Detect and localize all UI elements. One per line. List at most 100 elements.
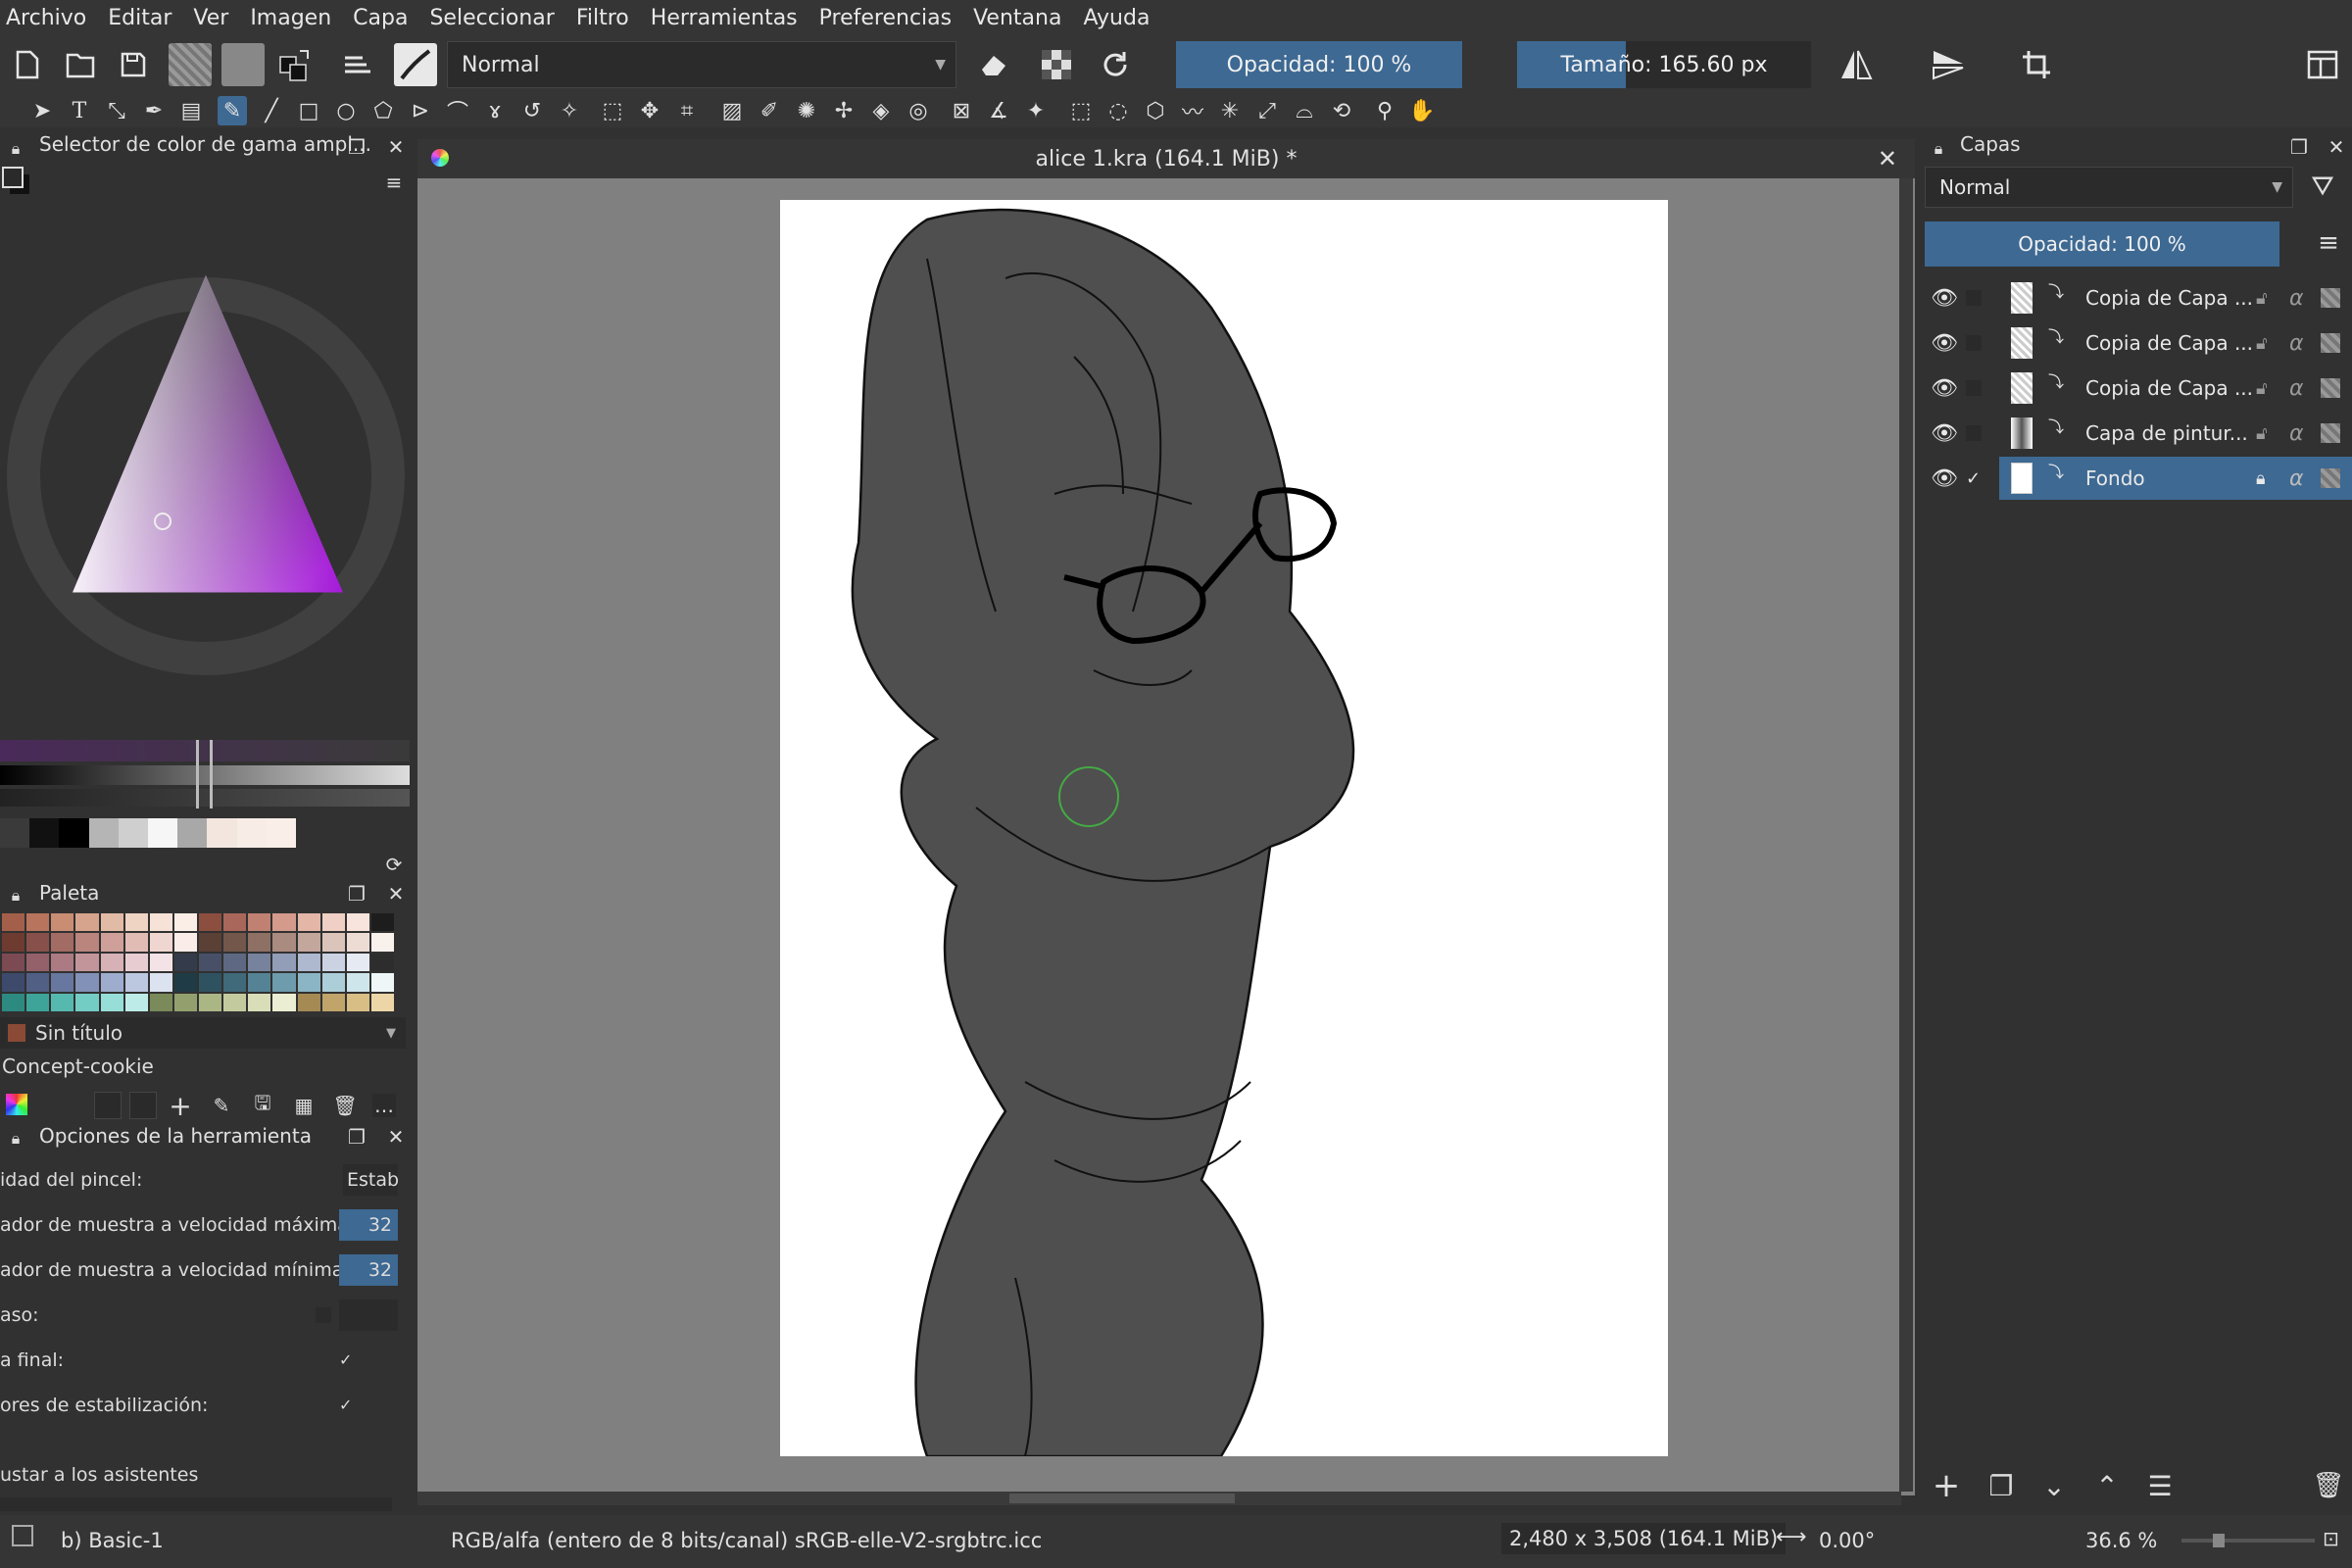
palette-swatch[interactable] [297,953,320,972]
palette-swatch[interactable] [272,953,296,972]
color-picker-icon[interactable]: ✐ [755,96,784,125]
palette-swatch[interactable] [370,953,394,972]
palette-swatch[interactable] [297,933,320,952]
brush-presets-icon[interactable] [337,45,376,84]
pencil-icon[interactable]: ✎ [210,1094,233,1117]
lock-icon[interactable]: 🔒︎ [4,137,27,161]
palette-select[interactable]: Sin título ▼ [0,1017,406,1049]
palette-swatch[interactable] [370,933,394,952]
workspace-icon[interactable] [2303,45,2342,84]
alpha-lock-icon[interactable]: α [2289,331,2304,356]
menu-filtro[interactable]: Filtro [576,6,629,30]
open-document-icon[interactable] [61,45,100,84]
palette-swatch[interactable] [75,953,99,972]
select-shapes-icon[interactable]: ➤ [27,96,57,125]
palette-swatch[interactable] [75,933,99,952]
dynamic-brush-icon[interactable]: ↺ [517,96,547,125]
brush-preset-thumbnail[interactable] [394,43,437,86]
palette-swatch[interactable] [26,953,50,972]
palette-swatch[interactable] [297,993,320,1011]
transparency-icon[interactable] [2321,333,2340,353]
recent-color-swatch[interactable] [148,818,178,848]
document-tab[interactable]: alice 1.kra (164.1 MiB) * ✕ [417,139,1915,178]
fg-chip[interactable] [94,1092,122,1119]
scrollbar-thumb[interactable] [1009,1494,1235,1503]
similar-color-select-icon[interactable]: ⤢ [1252,96,1282,125]
palette-swatch[interactable] [149,953,172,972]
fill-tool-icon[interactable]: ◈ [866,96,896,125]
horizontal-scrollbar[interactable] [0,1497,392,1511]
palette-swatch[interactable] [248,993,271,1011]
palette-swatch[interactable] [2,953,25,972]
menu-imagen[interactable]: Imagen [250,6,331,30]
palette-swatch[interactable] [26,913,50,932]
palette-swatch[interactable] [124,913,148,932]
recent-color-swatch[interactable] [0,818,30,848]
palette-swatch[interactable] [75,973,99,992]
palette-swatch[interactable] [199,933,222,952]
freehand-path-icon[interactable]: ɤ [480,96,510,125]
palette-swatch[interactable] [321,953,345,972]
palette-swatch[interactable] [223,993,247,1011]
option-value[interactable]: Estab [343,1164,398,1196]
layer-row[interactable]: 👁︎ ⤵ Copia de Capa ... 🔓︎ α [1921,276,2352,319]
palette-swatch[interactable] [297,913,320,932]
reload-preset-icon[interactable] [1096,45,1135,84]
palette-swatch[interactable] [248,913,271,932]
palette-swatch[interactable] [248,973,271,992]
palette-swatch[interactable] [223,953,247,972]
palette-swatch[interactable] [149,913,172,932]
wrap-around-icon[interactable] [2017,45,2056,84]
pattern-edit-icon[interactable]: ▤ [176,96,206,125]
palette-swatch[interactable] [2,913,25,932]
new-document-icon[interactable] [8,45,47,84]
palette-swatch[interactable] [370,913,394,932]
layer-row[interactable]: 👁︎ ⤵ Capa de pintur... 🔓︎ α [1921,412,2352,455]
save-icon[interactable]: 🖫︎ [251,1091,274,1117]
recent-color-swatch[interactable] [118,818,149,848]
layer-properties-icon[interactable]: ☰ [2147,1470,2172,1502]
measure-tool-icon[interactable]: ∡ [984,96,1013,125]
move-up-icon[interactable]: ⌃ [2095,1470,2119,1502]
alpha-lock-icon[interactable]: α [2289,421,2304,446]
palette-swatch[interactable] [346,913,369,932]
menu-seleccionar[interactable]: Seleccionar [429,6,554,30]
more-icon[interactable]: … [372,1094,396,1117]
recent-color-swatch[interactable] [88,818,119,848]
layer-row-selected[interactable]: 👁︎ ✓ ⤵ Fondo 🔒︎ α [1921,457,2352,500]
palette-swatch[interactable] [124,933,148,952]
float-icon[interactable]: ❐ [345,135,368,159]
menu-ayuda[interactable]: Ayuda [1083,6,1150,30]
palette-swatch[interactable] [223,913,247,932]
palette-swatch[interactable] [124,993,148,1011]
float-icon[interactable]: ❐ [345,882,368,906]
size-slider[interactable]: Tamaño: 165.60 px [1517,41,1811,88]
layer-checkbox[interactable] [1966,335,1982,351]
palette-swatch[interactable] [173,913,197,932]
close-icon[interactable]: ✕ [2325,135,2348,159]
line-tool-icon[interactable]: ╱ [257,96,286,125]
palette-swatch[interactable] [173,953,197,972]
eye-icon[interactable]: 👁︎ [1931,466,1958,491]
preserve-alpha-icon[interactable] [1037,45,1076,84]
menu-herramientas[interactable]: Herramientas [651,6,798,30]
menu-capa[interactable]: Capa [353,6,408,30]
transparency-icon[interactable] [2321,288,2340,308]
float-icon[interactable]: ❐ [345,1125,368,1149]
crop-tool-icon[interactable]: ⌗ [672,96,702,125]
zoom-tool-icon[interactable]: ⚲ [1370,96,1399,125]
contiguous-select-icon[interactable]: ✳ [1215,96,1245,125]
fg-bg-color-icon[interactable] [276,45,316,84]
ellipse-tool-icon[interactable]: ○ [331,96,361,125]
palette-swatch[interactable] [346,993,369,1011]
palette-swatch[interactable] [2,933,25,952]
eye-icon[interactable]: 👁︎ [1931,286,1958,311]
close-icon[interactable]: ✕ [384,1125,408,1149]
menu-archivo[interactable]: Archivo [6,6,86,30]
palette-swatch[interactable] [2,973,25,992]
value-slider[interactable] [0,765,410,785]
menu-ventana[interactable]: Ventana [973,6,1061,30]
multibrush-icon[interactable]: ✧ [555,96,584,125]
opacity-slider[interactable]: Opacidad: 100 % [1176,41,1462,88]
lock-layer-icon[interactable]: 🔓︎ [2256,423,2268,444]
